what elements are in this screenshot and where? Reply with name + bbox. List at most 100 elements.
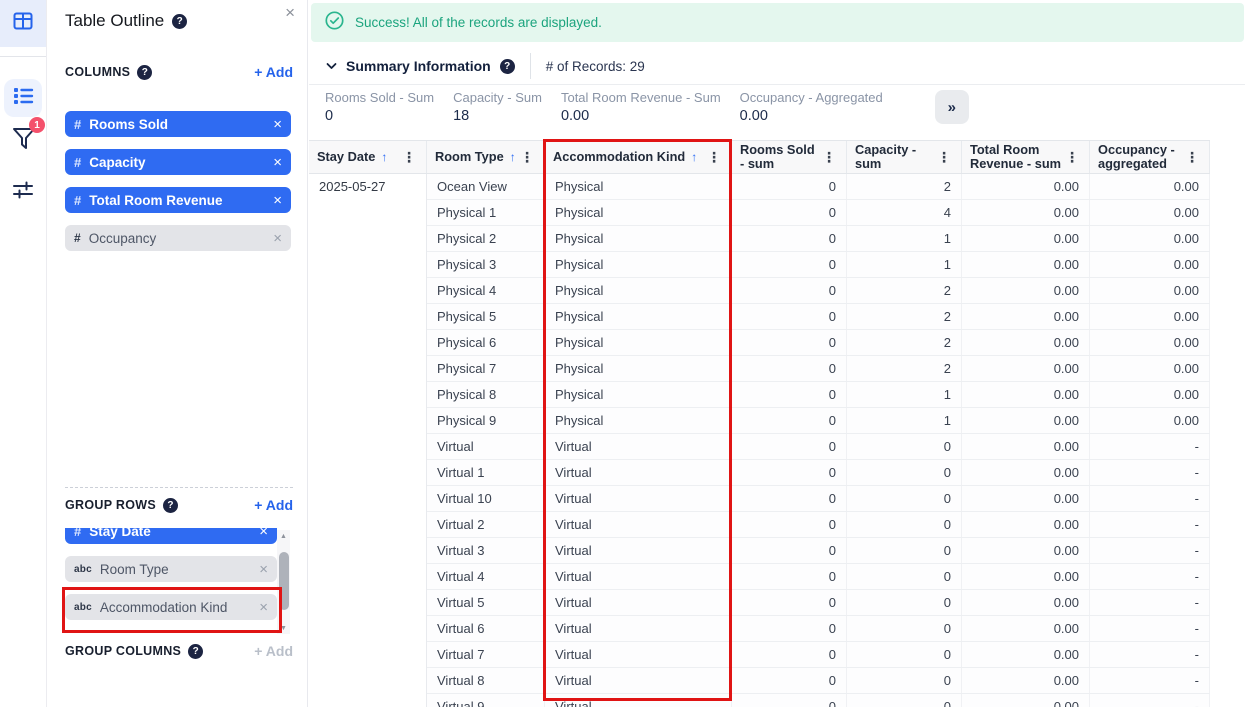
cell-rooms_sold_sum[interactable]: 0 xyxy=(732,356,847,381)
cell-total_room_revenue_sum[interactable]: 0.00 xyxy=(962,434,1090,459)
cell-room_type[interactable]: Physical 3 xyxy=(427,252,545,277)
cell-occupancy_aggregated[interactable]: - xyxy=(1090,538,1210,563)
expand-stats-button[interactable]: » xyxy=(934,90,969,124)
cell-room_type[interactable]: Virtual 2 xyxy=(427,512,545,537)
help-icon[interactable]: ? xyxy=(162,497,178,513)
table-row[interactable]: Virtual 9 Virtual 0 0 0.00- xyxy=(427,694,1210,707)
add-group-row-button[interactable]: + Add xyxy=(254,497,293,513)
cell-accommodation_kind[interactable]: Physical xyxy=(545,304,732,329)
cell-occupancy_aggregated[interactable]: 0.00 xyxy=(1090,226,1210,251)
cell-room_type[interactable]: Physical 8 xyxy=(427,382,545,407)
column-menu-icon[interactable]: ⋮ xyxy=(705,149,723,166)
table-view-button[interactable] xyxy=(0,0,46,47)
add-column-button[interactable]: + Add xyxy=(254,64,293,80)
column-header-occupancy-aggregated[interactable]: Occupancy - aggregated ⋮ xyxy=(1090,141,1210,173)
cell-total_room_revenue_sum[interactable]: 0.00 xyxy=(962,226,1090,251)
cell-room_type[interactable]: Physical 7 xyxy=(427,356,545,381)
cell-rooms_sold_sum[interactable]: 0 xyxy=(732,538,847,563)
cell-capacity_sum[interactable]: 0 xyxy=(847,460,962,485)
column-header-rooms-sold-sum[interactable]: Rooms Sold - sum ⋮ xyxy=(732,141,847,173)
table-row[interactable]: Physical 7 Physical 0 2 0.00 0.00 xyxy=(427,356,1210,382)
table-row[interactable]: Virtual 10 Virtual 0 0 0.00- xyxy=(427,486,1210,512)
cell-capacity_sum[interactable]: 0 xyxy=(847,486,962,511)
cell-occupancy_aggregated[interactable]: 0.00 xyxy=(1090,252,1210,277)
column-header-room-type[interactable]: Room Type ↑ ⋮ xyxy=(427,141,545,173)
column-menu-icon[interactable]: ⋮ xyxy=(1183,149,1201,166)
table-row[interactable]: Physical 9 Physical 0 1 0.00 0.00 xyxy=(427,408,1210,434)
cell-rooms_sold_sum[interactable]: 0 xyxy=(732,304,847,329)
cell-accommodation_kind[interactable]: Virtual xyxy=(545,538,732,563)
cell-capacity_sum[interactable]: 0 xyxy=(847,434,962,459)
cell-total_room_revenue_sum[interactable]: 0.00 xyxy=(962,564,1090,589)
cell-capacity_sum[interactable]: 0 xyxy=(847,616,962,641)
group-row-pill-stay-date[interactable]: # Stay Date × xyxy=(65,528,277,544)
table-row[interactable]: Physical 2 Physical 0 1 0.00 0.00 xyxy=(427,226,1210,252)
cell-accommodation_kind[interactable]: Virtual xyxy=(545,460,732,485)
cell-total_room_revenue_sum[interactable]: 0.00 xyxy=(962,382,1090,407)
cell-capacity_sum[interactable]: 0 xyxy=(847,538,962,563)
column-menu-icon[interactable]: ⋮ xyxy=(820,149,838,166)
cell-occupancy_aggregated[interactable]: - xyxy=(1090,590,1210,615)
table-outline-button[interactable] xyxy=(4,79,42,117)
cell-capacity_sum[interactable]: 1 xyxy=(847,226,962,251)
column-pill-occupancy[interactable]: # Occupancy × xyxy=(65,225,291,251)
cell-rooms_sold_sum[interactable]: 0 xyxy=(732,382,847,407)
cell-occupancy_aggregated[interactable]: - xyxy=(1090,642,1210,667)
cell-total_room_revenue_sum[interactable]: 0.00 xyxy=(962,330,1090,355)
cell-occupancy_aggregated[interactable]: 0.00 xyxy=(1090,278,1210,303)
cell-room_type[interactable]: Virtual 10 xyxy=(427,486,545,511)
cell-accommodation_kind[interactable]: Physical xyxy=(545,382,732,407)
stay-date-group-cell[interactable]: 2025-05-27 xyxy=(309,174,427,707)
cell-accommodation_kind[interactable]: Virtual xyxy=(545,668,732,693)
cell-room_type[interactable]: Virtual 8 xyxy=(427,668,545,693)
cell-capacity_sum[interactable]: 0 xyxy=(847,564,962,589)
cell-accommodation_kind[interactable]: Physical xyxy=(545,174,732,199)
table-row[interactable]: Virtual 8 Virtual 0 0 0.00- xyxy=(427,668,1210,694)
group-row-pill-room-type[interactable]: abc Room Type × xyxy=(65,556,277,582)
cell-capacity_sum[interactable]: 0 xyxy=(847,642,962,667)
cell-occupancy_aggregated[interactable]: 0.00 xyxy=(1090,408,1210,433)
cell-room_type[interactable]: Physical 4 xyxy=(427,278,545,303)
table-row[interactable]: Ocean View Physical 0 2 0.00 0.00 xyxy=(427,174,1210,200)
scroll-down-icon[interactable]: ▼ xyxy=(277,622,290,634)
cell-room_type[interactable]: Virtual 3 xyxy=(427,538,545,563)
table-row[interactable]: Virtual 6 Virtual 0 0 0.00- xyxy=(427,616,1210,642)
remove-pill-icon[interactable]: × xyxy=(259,528,268,539)
remove-pill-icon[interactable]: × xyxy=(273,117,282,132)
table-row[interactable]: Physical 4 Physical 0 2 0.00 0.00 xyxy=(427,278,1210,304)
cell-capacity_sum[interactable]: 2 xyxy=(847,304,962,329)
remove-pill-icon[interactable]: × xyxy=(273,193,282,208)
cell-total_room_revenue_sum[interactable]: 0.00 xyxy=(962,538,1090,563)
cell-room_type[interactable]: Virtual 6 xyxy=(427,616,545,641)
column-menu-icon[interactable]: ⋮ xyxy=(1063,149,1081,166)
cell-room_type[interactable]: Physical 5 xyxy=(427,304,545,329)
remove-pill-icon[interactable]: × xyxy=(259,600,268,615)
cell-rooms_sold_sum[interactable]: 0 xyxy=(732,200,847,225)
cell-room_type[interactable]: Physical 1 xyxy=(427,200,545,225)
cell-rooms_sold_sum[interactable]: 0 xyxy=(732,460,847,485)
cell-occupancy_aggregated[interactable]: 0.00 xyxy=(1090,356,1210,381)
cell-total_room_revenue_sum[interactable]: 0.00 xyxy=(962,460,1090,485)
table-row[interactable]: Virtual 2 Virtual 0 0 0.00- xyxy=(427,512,1210,538)
cell-accommodation_kind[interactable]: Virtual xyxy=(545,512,732,537)
table-row[interactable]: Physical 8 Physical 0 1 0.00 0.00 xyxy=(427,382,1210,408)
help-icon[interactable]: ? xyxy=(172,13,188,29)
cell-capacity_sum[interactable]: 2 xyxy=(847,330,962,355)
cell-rooms_sold_sum[interactable]: 0 xyxy=(732,668,847,693)
column-header-total-room-revenue-sum[interactable]: Total Room Revenue - sum ⋮ xyxy=(962,141,1090,173)
table-row[interactable]: Virtual 4 Virtual 0 0 0.00- xyxy=(427,564,1210,590)
cell-room_type[interactable]: Ocean View xyxy=(427,174,545,199)
cell-total_room_revenue_sum[interactable]: 0.00 xyxy=(962,356,1090,381)
cell-capacity_sum[interactable]: 2 xyxy=(847,278,962,303)
cell-accommodation_kind[interactable]: Virtual xyxy=(545,486,732,511)
group-row-pill-accommodation-kind[interactable]: abc Accommodation Kind × xyxy=(65,594,277,620)
cell-capacity_sum[interactable]: 4 xyxy=(847,200,962,225)
cell-room_type[interactable]: Virtual 5 xyxy=(427,590,545,615)
cell-accommodation_kind[interactable]: Physical xyxy=(545,200,732,225)
cell-occupancy_aggregated[interactable]: 0.00 xyxy=(1090,330,1210,355)
cell-occupancy_aggregated[interactable]: - xyxy=(1090,434,1210,459)
cell-total_room_revenue_sum[interactable]: 0.00 xyxy=(962,174,1090,199)
cell-total_room_revenue_sum[interactable]: 0.00 xyxy=(962,694,1090,707)
column-header-capacity-sum[interactable]: Capacity - sum ⋮ xyxy=(847,141,962,173)
cell-total_room_revenue_sum[interactable]: 0.00 xyxy=(962,486,1090,511)
